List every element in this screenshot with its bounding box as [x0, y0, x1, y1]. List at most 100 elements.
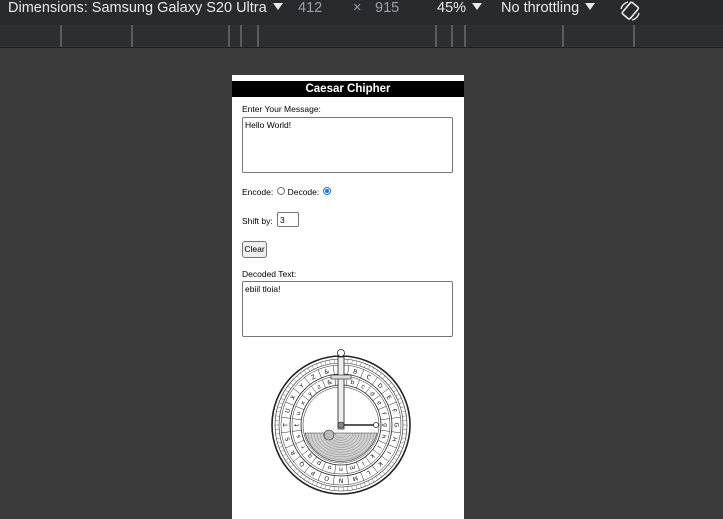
wheel-hatch [364, 363, 366, 368]
wheel-hatch [400, 406, 405, 409]
wheel-hatch [282, 453, 287, 457]
wheel-hatch [280, 450, 285, 453]
wheel-center [337, 421, 345, 429]
wheel-hatch [316, 363, 318, 368]
wheel-hatch [379, 473, 382, 478]
wheel-hatch [276, 437, 281, 439]
inner-ring-divider [380, 429, 390, 432]
throttling-select[interactable]: No throttling [501, 0, 596, 17]
zoom-select[interactable]: 45% [437, 0, 483, 17]
ruler-tick [464, 25, 466, 47]
outer-ring-divider [381, 455, 389, 462]
outer-ring-divider [381, 388, 389, 395]
ruler-tick [131, 25, 133, 47]
outer-ring-divider [360, 369, 365, 378]
clear-button[interactable]: Clear [242, 241, 267, 258]
inner-ring-divider [295, 406, 305, 410]
output-textarea[interactable]: ebiil tloia! [242, 281, 453, 337]
chevron-down-icon [472, 3, 483, 10]
inner-ring-letter: i [375, 444, 382, 449]
wheel-hatch [276, 411, 281, 413]
wheel-hatch [300, 473, 303, 478]
wheel-hatch [329, 359, 331, 364]
outer-ring-letter: B [352, 368, 358, 376]
outer-ring-divider [371, 377, 378, 385]
outer-ring-divider [304, 377, 311, 385]
inner-ring-divider [365, 456, 372, 465]
output-label: Decoded Text: [242, 269, 297, 279]
wheel-hatch [278, 446, 283, 448]
inner-ring-letter: s [295, 434, 303, 439]
wheel-hatch [293, 379, 297, 383]
outer-ring-divider [285, 444, 294, 449]
encode-radio[interactable] [276, 187, 285, 195]
inner-ring-divider [377, 406, 387, 410]
wheel-hatch [399, 446, 404, 448]
outer-ring-letter: O [323, 474, 330, 482]
wheel-hatch [307, 367, 311, 372]
inner-ring-letter: t [294, 423, 301, 426]
wheel-pointer-knob [337, 349, 345, 357]
wheel-hatch [395, 393, 400, 397]
wheel-hatch [393, 457, 398, 461]
zoom-select-label: 45% [437, 0, 467, 16]
wheel-hatch [355, 485, 358, 490]
wheel-hatch [382, 375, 386, 380]
wheel-hatch [355, 360, 358, 365]
inner-ring-letter: r [299, 444, 307, 450]
wheel-hatch [329, 486, 331, 491]
ruler-tick [60, 25, 62, 47]
wheel-hatch [320, 483, 323, 488]
inner-ring-divider [301, 449, 310, 456]
wheel-hatch [275, 433, 280, 435]
inner-ring-divider [322, 461, 326, 471]
wheel-hatch [395, 453, 400, 457]
wheel-hatch [391, 461, 395, 464]
ruler-tick [257, 25, 259, 47]
wheel-hatch [287, 386, 291, 389]
cipher-wheel-image: ABCDEFGHIKLMNOPQRSTUXYZ&abcdefghiklmnopq… [271, 349, 411, 495]
wheel-hatch [385, 379, 389, 383]
wheel-hatch [379, 372, 382, 377]
wheel-hatch [324, 360, 327, 365]
outer-ring-divider [391, 431, 401, 434]
height-input[interactable]: 915 [375, 0, 399, 17]
inner-ring-letter: g [381, 423, 388, 427]
wheel-hatch [399, 402, 404, 404]
wheel-hatch [303, 476, 307, 480]
inner-ring-divider [334, 464, 337, 474]
wheel-hatch [382, 470, 386, 475]
wheel-hatch [401, 411, 406, 413]
outer-ring-divider [285, 401, 294, 406]
width-input[interactable]: 412 [298, 0, 322, 17]
wheel-hatch [293, 467, 297, 471]
wheel-hatch [296, 375, 300, 380]
outer-ring-divider [293, 388, 301, 395]
encode-label: Encode: [242, 187, 274, 197]
outer-ring-letter: U [284, 408, 292, 414]
wheel-hatch [296, 470, 300, 475]
inner-ring-letter: o [327, 463, 333, 471]
wheel-hatch [371, 367, 375, 372]
wheel-hatch [359, 362, 362, 367]
outer-ring-letter: F [390, 408, 398, 414]
rotate-device-icon[interactable] [618, 0, 642, 22]
shift-label: Shift by: [242, 216, 273, 226]
decode-radio[interactable] [322, 187, 331, 195]
message-input[interactable]: Hello World! [242, 117, 453, 173]
wheel-hatch [311, 365, 315, 370]
shift-input[interactable] [277, 212, 299, 227]
wheel-hatch [284, 389, 289, 393]
wheel-hatch [277, 441, 282, 444]
outer-ring-letter: S [284, 436, 292, 442]
device-select[interactable]: Dimensions: Samsung Galaxy S20 Ultra [8, 0, 283, 17]
wheel-pointer [337, 356, 345, 430]
wheel-hatch [277, 406, 282, 409]
wheel-hatch [371, 478, 375, 483]
wheel-hatch [402, 433, 407, 435]
inner-ring-divider [292, 418, 302, 421]
device-viewport: Caesar Chipher Enter Your Message: Hello… [232, 75, 464, 519]
inner-ring-divider [345, 464, 348, 474]
chevron-down-icon [585, 3, 596, 10]
outer-ring-letter: I [385, 450, 392, 455]
